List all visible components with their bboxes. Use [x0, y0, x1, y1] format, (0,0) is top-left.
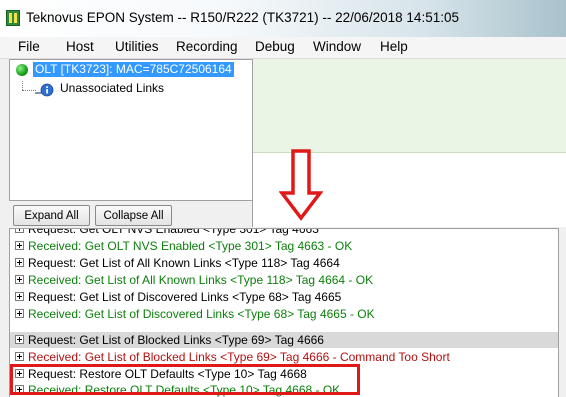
device-tree[interactable]: OLT [TK3723]: MAC=785C72506164 Unassocia… [9, 59, 253, 201]
expand-icon[interactable] [15, 275, 24, 284]
highlight-box [10, 364, 360, 395]
topology-canvas [253, 59, 566, 153]
tree-item-olt-label[interactable]: OLT [TK3723]: MAC=785C72506164 [33, 62, 234, 77]
menu-debug[interactable]: Debug [255, 39, 295, 54]
info-icon [35, 83, 54, 97]
log-row[interactable]: Request: Get OLT NVS Enabled <Type 301> … [10, 228, 558, 237]
app-icon [6, 10, 20, 26]
menu-bar: File Host Utilities Recording Debug Wind… [0, 37, 566, 59]
log-row-text: Request: Get List of All Known Links <Ty… [28, 256, 340, 270]
log-row-selected[interactable]: Request: Get List of Blocked Links <Type… [10, 332, 558, 348]
log-row-text: Received: Get OLT NVS Enabled <Type 301>… [28, 239, 353, 253]
menu-recording[interactable]: Recording [176, 39, 238, 54]
menu-window[interactable]: Window [313, 39, 361, 54]
menu-help[interactable]: Help [380, 39, 408, 54]
log-row[interactable]: Received: Get List of Discovered Links <… [10, 306, 558, 322]
expand-icon[interactable] [15, 309, 24, 318]
expand-icon[interactable] [15, 335, 24, 344]
log-row-text: Request: Get List of Blocked Links <Type… [28, 333, 324, 347]
expand-icon[interactable] [15, 352, 24, 361]
log-row[interactable]: Request: Get List of All Known Links <Ty… [10, 255, 558, 271]
expand-icon[interactable] [15, 292, 24, 301]
app-window: Teknovus EPON System -- R150/R222 (TK372… [0, 0, 566, 397]
expand-all-button[interactable]: Expand All [13, 205, 90, 226]
log-row[interactable]: Received: Get List of All Known Links <T… [10, 272, 558, 288]
collapse-all-button[interactable]: Collapse All [95, 205, 172, 226]
log-row[interactable]: Request: Get List of Discovered Links <T… [10, 289, 558, 305]
expand-icon[interactable] [15, 229, 24, 233]
log-row[interactable]: Received: Get List of Blocked Links <Typ… [10, 349, 558, 365]
log-row-text: Received: Get List of Blocked Links <Typ… [28, 350, 450, 364]
log-row-text: Received: Get List of All Known Links <T… [28, 273, 374, 287]
log-row-text: Request: Get OLT NVS Enabled <Type 301> … [28, 228, 319, 236]
menu-file[interactable]: File [18, 39, 40, 54]
menu-utilities[interactable]: Utilities [115, 39, 159, 54]
menu-host[interactable]: Host [66, 39, 94, 54]
tree-connector [22, 81, 23, 90]
title-bar[interactable]: Teknovus EPON System -- R150/R222 (TK372… [0, 0, 566, 37]
expand-icon[interactable] [15, 241, 24, 250]
online-status-icon [16, 64, 28, 76]
log-row-text: Received: Get List of Discovered Links <… [28, 307, 375, 321]
log-row-text: Request: Get List of Discovered Links <T… [28, 290, 342, 304]
arrow-down-icon [279, 149, 323, 221]
expand-icon[interactable] [15, 258, 24, 267]
tree-item-unassociated-links[interactable]: Unassociated Links [60, 81, 164, 95]
window-title: Teknovus EPON System -- R150/R222 (TK372… [26, 10, 459, 25]
log-row[interactable]: Received: Get OLT NVS Enabled <Type 301>… [10, 238, 558, 254]
